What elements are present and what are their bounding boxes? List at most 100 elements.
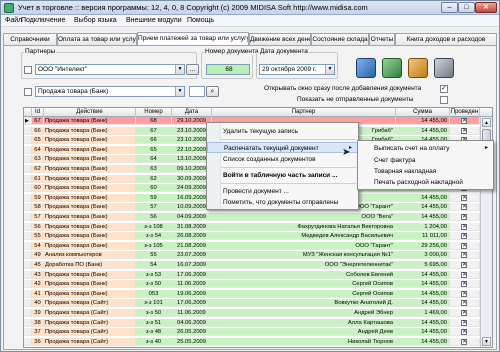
tab-receive-payments[interactable]: Прием платежей за товар или услугу <box>137 32 249 45</box>
tab-warehouse-state[interactable]: Состояние склада <box>311 33 369 45</box>
print-document-icon[interactable] <box>408 58 428 78</box>
operation-select[interactable]: Продажа товара (Банк) ▼ <box>35 86 185 97</box>
row-indicator-icon <box>24 155 32 164</box>
tab-payment-for-goods[interactable]: Оплата за товар или услугу <box>57 33 137 45</box>
menu-external-modules[interactable]: Внешние модули <box>126 17 182 24</box>
done-checkbox[interactable] <box>461 117 467 124</box>
menu-item-print-document[interactable]: Распечатать текущий документ ▸ <box>207 142 358 153</box>
tab-income-expense-book[interactable]: Книга доходов и расходов <box>395 33 497 45</box>
tab-money-movement[interactable]: Движение всех денег <box>249 33 311 45</box>
cell-done <box>450 318 480 327</box>
submenu-item-waybill[interactable]: Товарная накладная <box>358 166 493 177</box>
chevron-down-icon[interactable]: ▼ <box>325 65 334 74</box>
cell-id: 63 <box>32 155 44 164</box>
done-checkbox[interactable] <box>461 271 467 278</box>
tab-directories[interactable]: Справочники <box>3 33 57 45</box>
table-row[interactable]: 39 Продажа товара (Сайт) з-з 50 11.06.2009 А… <box>24 309 492 317</box>
table-row[interactable]: 55 Продажа товара (Банк) з-з 54 26.08.2009 М… <box>24 232 492 241</box>
maximize-button[interactable]: □ <box>458 2 475 13</box>
partner-checkbox[interactable] <box>24 66 32 74</box>
done-checkbox[interactable] <box>461 299 467 307</box>
submenu-item-invoice-payment[interactable]: Выписать счет на оплату ▸ <box>358 143 493 154</box>
cell-action: Продажа товара (Банк) <box>44 184 136 193</box>
cell-number: 54 <box>136 261 172 269</box>
tab-reports[interactable]: Отчеты <box>369 33 395 45</box>
cell-number: 62 <box>136 174 172 183</box>
table-row[interactable]: 56 Продажа товара (Банк) з-з 108 31.08.2009… <box>24 222 492 231</box>
table-row[interactable]: 45 Доработка ПО (Банк) 54 16.07.2009 ООО "Эн… <box>24 261 492 269</box>
menu-help[interactable]: Помощь <box>187 17 214 24</box>
chevron-down-icon[interactable]: ▼ <box>175 65 184 74</box>
row-indicator-icon <box>24 165 32 173</box>
menu-connection[interactable]: Подключение <box>21 17 65 24</box>
cell-action: Продажа товара (Банк) <box>44 193 136 202</box>
edit-document-icon[interactable] <box>382 58 402 78</box>
done-checkbox[interactable] <box>461 242 467 249</box>
done-checkbox[interactable] <box>461 338 467 345</box>
doc-date-picker[interactable]: 29 октября 2009 г. ▼ <box>259 64 335 75</box>
menu-item-post-document[interactable]: Провести документ ... <box>207 186 358 197</box>
settings-document-icon[interactable] <box>434 58 454 78</box>
menu-file[interactable]: Файл <box>5 17 22 24</box>
submenu-item-print-expense-waybill[interactable]: Печать расходной накладной <box>358 177 493 188</box>
app-icon <box>4 3 14 13</box>
menu-item-delete-record[interactable]: Удалить текущую запись <box>207 126 358 137</box>
header-number[interactable]: Номер <box>136 108 172 117</box>
submenu-item-tax-invoice[interactable]: Счет фактура <box>358 155 493 166</box>
done-checkbox[interactable] <box>461 280 467 288</box>
show-unsent-checkbox[interactable] <box>440 96 448 104</box>
menu-language[interactable]: Выбор языка <box>74 17 117 24</box>
done-checkbox[interactable] <box>461 328 467 336</box>
table-row[interactable]: 43 Продажа товара (Банк) з-з 53 17.06.2009 С… <box>24 270 492 279</box>
header-date[interactable]: Дата <box>172 108 212 117</box>
search-field[interactable] <box>189 86 205 97</box>
chevron-down-icon[interactable]: ▼ <box>175 87 184 96</box>
open-window-checkbox[interactable] <box>440 84 448 93</box>
done-checkbox[interactable] <box>461 309 467 316</box>
cell-action: Продажа товара (Банк) <box>44 232 136 241</box>
minimize-button[interactable]: – <box>441 2 458 13</box>
done-checkbox[interactable] <box>461 213 467 220</box>
partner-browse-button[interactable]: ... <box>186 64 199 75</box>
table-row[interactable]: 42 Продажа товара (Банк) з-з 50 11.06.2009 С… <box>24 280 492 289</box>
table-row[interactable]: 37 Продажа товара (Сайт) з-з 48 26.05.2009 А… <box>24 328 492 337</box>
cell-done <box>450 241 480 250</box>
row-indicator-icon <box>24 203 32 212</box>
header-partner[interactable]: Партнер <box>212 108 396 117</box>
done-checkbox[interactable] <box>461 127 467 134</box>
table-row[interactable]: 49 Анализ компьютеров 55 23.07.2009 МУЗ "Жен… <box>24 251 492 260</box>
cell-done <box>450 232 480 241</box>
scroll-down-icon[interactable]: ▼ <box>482 337 491 346</box>
done-checkbox[interactable] <box>461 261 467 268</box>
done-checkbox[interactable] <box>461 194 467 201</box>
partner-select[interactable]: ООО "Интелект" ▼ <box>35 64 185 75</box>
table-row[interactable]: 38 Продажа товара (Сайт) з-з 51 04.06.2009 А… <box>24 318 492 327</box>
menu-item-enter-table-part[interactable]: Войти в табличную часть записи ... <box>207 170 358 181</box>
add-document-icon[interactable] <box>356 58 376 78</box>
header-id[interactable]: Id <box>32 108 44 117</box>
scroll-up-icon[interactable]: ▲ <box>482 118 491 127</box>
menu-item-document-list[interactable]: Список созданных документов <box>207 154 358 165</box>
done-checkbox[interactable] <box>461 251 467 259</box>
search-icon[interactable]: ⌕ <box>206 86 219 97</box>
done-checkbox[interactable] <box>461 223 467 230</box>
table-row[interactable]: 57 Продажа товара (Банк) 56 04.09.2009 ООО "… <box>24 213 492 221</box>
table-row[interactable]: 40 Продажа товара (Сайт) з-з 101 17.06.2009… <box>24 299 492 308</box>
done-checkbox[interactable] <box>461 319 467 326</box>
operation-checkbox[interactable] <box>24 88 32 96</box>
header-sum[interactable]: Сумма <box>396 108 450 117</box>
table-row[interactable]: 36 Продажа товара (Сайт) з-з 40 25.05.2009 Н… <box>24 337 492 346</box>
done-checkbox[interactable] <box>461 203 467 211</box>
done-checkbox[interactable] <box>461 290 467 297</box>
doc-number-field[interactable]: 68 <box>206 64 250 75</box>
show-unsent-label: Показать не отправленные документы <box>297 96 414 103</box>
cell-action: Продажа товара (Банк) <box>44 289 136 298</box>
header-action[interactable]: Действие <box>44 108 136 117</box>
done-checkbox[interactable] <box>461 232 467 240</box>
title-bar[interactable]: Учет в торговле :: версия программы: 12,… <box>1 1 499 15</box>
table-row[interactable]: 41 Продажа товара (Банк) 053 19.06.2009 Серг… <box>24 289 492 298</box>
header-done[interactable]: Проведен <box>450 108 480 117</box>
menu-item-mark-sent[interactable]: Пометить, что документы отправлены <box>207 197 358 208</box>
close-button[interactable]: ✕ <box>475 2 497 13</box>
table-row[interactable]: 54 Продажа товара (Банк) з-з 105 21.08.2009… <box>24 241 492 250</box>
